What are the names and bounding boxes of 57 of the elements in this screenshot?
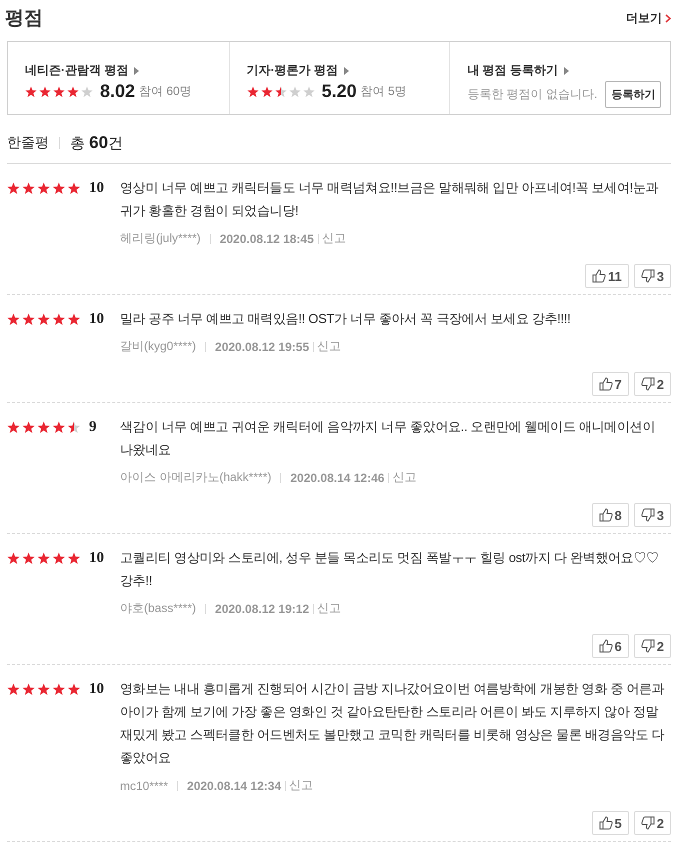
thumbs-up-icon <box>598 639 613 653</box>
dislike-button[interactable]: 2 <box>634 811 671 835</box>
review-date: 2020.08.14 12:34 <box>187 778 282 792</box>
like-button[interactable]: 7 <box>592 372 629 396</box>
review-date: 2020.08.12 19:55 <box>215 340 310 354</box>
review-text: 고퀄리티 영상미와 스토리에, 성우 분들 목소리도 멋짐 폭발ㅜㅜ 힐링 ost까지 다 완벽했어요♡♡ 강추!! <box>120 549 660 590</box>
caret-icon <box>344 66 349 74</box>
thumbs-down-icon <box>640 816 655 830</box>
thumbs-up-icon <box>598 816 613 830</box>
participant-count: 참여 60명 <box>139 83 192 100</box>
dislike-button[interactable]: 3 <box>634 264 671 288</box>
thumbs-up-icon <box>598 377 613 391</box>
review-author: 아이스 아메리카노(hakk****) <box>120 469 272 486</box>
thumbs-down-icon <box>640 508 655 522</box>
review-date: 2020.08.14 12:46 <box>290 470 384 484</box>
review-score: 10 <box>89 180 104 196</box>
review-text: 색감이 너무 예쁘고 귀여운 캐릭터에 음악까지 너무 좋았어요.. 오랜만에 웰메이드 애니메이션이 나왔네요 <box>120 418 656 459</box>
average-score: 8.02 <box>100 81 136 102</box>
review-text: 영상미 너무 예쁘고 캐릭터들도 너무 매력넘쳐요!!브금은 말해뭐해 입만 아프네여!꼭 보세여!눈과 귀가 황홀한 경험이 되었습니당! <box>120 179 660 220</box>
review-score: 10 <box>89 310 104 328</box>
review-score: 10 <box>89 680 104 698</box>
rating-category-link[interactable]: 내 평점 등록하기 <box>467 62 558 79</box>
average-score: 5.20 <box>322 81 357 102</box>
like-button[interactable]: 5 <box>592 811 629 835</box>
review-total: 총 60건 <box>70 133 124 153</box>
review-author: mc10**** <box>120 778 168 792</box>
rating-category-link[interactable]: 네티즌·관람객 평점 <box>25 62 128 79</box>
thumbs-down-icon <box>640 269 655 283</box>
dislike-button[interactable]: 2 <box>634 634 671 658</box>
review-date: 2020.08.12 18:45 <box>220 232 314 246</box>
reviews-title: 한줄평 <box>7 134 49 152</box>
review-score: 9 <box>89 418 96 436</box>
empty-message: 등록한 평점이 없습니다. <box>467 86 598 103</box>
review-score: 10 <box>89 550 104 566</box>
dislike-button[interactable]: 3 <box>634 503 671 527</box>
section-title: 평점 <box>5 7 43 31</box>
thumbs-up-icon <box>598 508 613 522</box>
chevron-icon <box>665 14 671 22</box>
participant-count: 참여 5명 <box>360 83 407 100</box>
review-author: 갈비(kyg0****) <box>120 338 196 355</box>
review-date: 2020.08.12 19:12 <box>215 602 310 616</box>
dislike-button[interactable]: 2 <box>634 372 671 396</box>
thumbs-down-icon <box>640 639 655 653</box>
review-text: 밀라 공주 너무 예쁘고 매력있음!! OST가 너무 좋아서 꼭 극장에서 보세요 강추!!!! <box>120 310 572 328</box>
rating-category-link[interactable]: 기자·평론가 평점 <box>246 62 338 79</box>
caret-icon <box>134 66 140 74</box>
caret-icon <box>564 66 569 74</box>
review-author: 야호(bass****) <box>120 600 196 617</box>
like-button[interactable]: 11 <box>585 264 629 288</box>
review-author: 헤리링(july****) <box>120 230 201 247</box>
review-text: 영화보는 내내 흥미롭게 진행되어 시간이 금방 지나갔어요이번 여름방학에 개봉한 영화 중 어른과 아이가 함께 보기에 가장 좋은 영화인 것 같아요탄탄한 스토리라 어른이 봐도 지루하지 않아 정말 재밌게 봤고 스펙터클한 어드벤처도 볼만했고 코믹한 캐릭터를 비롯해 영상은 물론 배경음악도 다 좋았어요 <box>120 680 666 767</box>
thumbs-down-icon <box>640 377 655 391</box>
like-button[interactable]: 6 <box>592 634 629 658</box>
more-link[interactable]: 더보기 <box>626 10 671 26</box>
register-button[interactable]: 등록하기 <box>605 81 662 108</box>
like-button[interactable]: 8 <box>592 503 629 527</box>
thumbs-up-icon <box>592 269 606 283</box>
